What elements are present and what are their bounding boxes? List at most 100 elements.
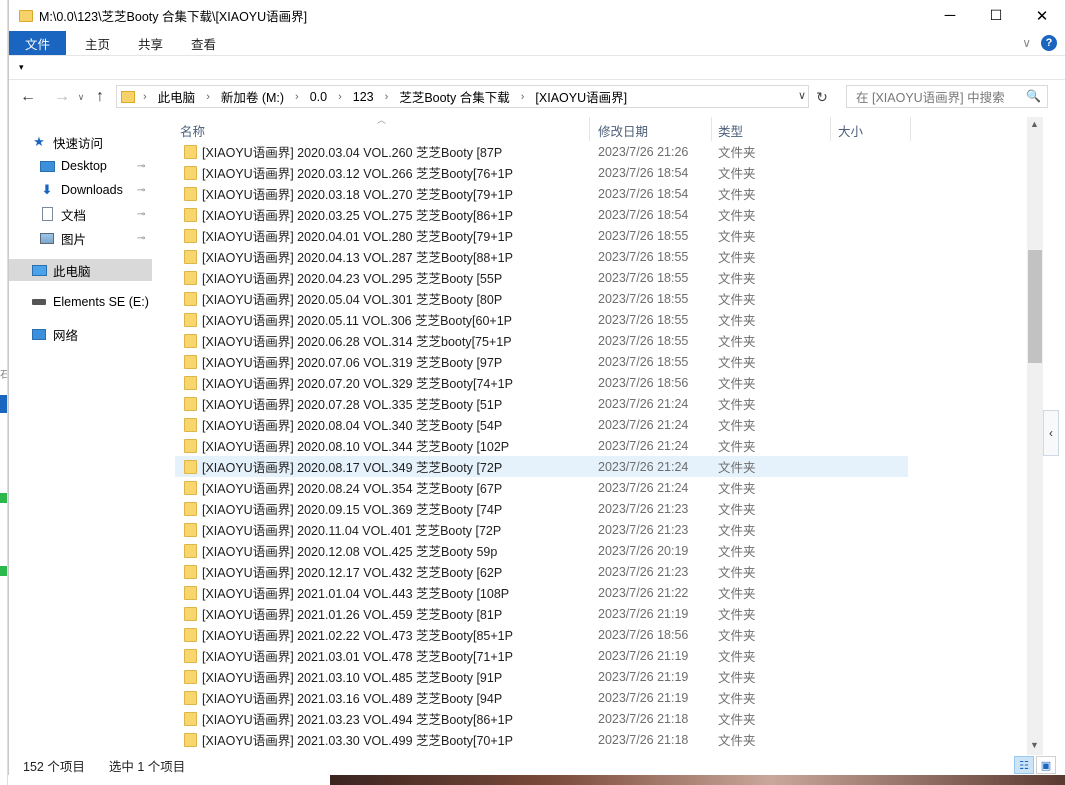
title-bar[interactable]: M:\0.0\123\芝芝Booty 合集下载\[XIAOYU语画界] ─ ☐ … (9, 0, 1065, 31)
breadcrumb-current-folder[interactable]: [XIAOYU语画界] (535, 87, 627, 106)
expand-ribbon-icon[interactable]: ∨ (1022, 36, 1031, 50)
column-divider[interactable] (830, 117, 831, 141)
scroll-up-icon[interactable]: ▲ (1030, 119, 1039, 129)
table-row[interactable]: [XIAOYU语画界] 2020.07.28 VOL.335 芝芝Booty [… (175, 393, 908, 414)
column-divider[interactable] (910, 117, 911, 141)
table-row[interactable]: [XIAOYU语画界] 2021.01.26 VOL.459 芝芝Booty [… (175, 603, 908, 624)
breadcrumb-separator[interactable]: › (385, 91, 389, 103)
pin-icon: ⊸ (137, 160, 146, 172)
file-date: 2023/7/26 21:23 (598, 564, 689, 579)
breadcrumb-separator[interactable]: › (295, 91, 299, 103)
vertical-scrollbar[interactable]: ▲ ▼ (1027, 117, 1043, 755)
column-divider[interactable] (589, 117, 590, 141)
search-box[interactable]: 在 [XIAOYU语画界] 中搜索 🔍 (846, 85, 1048, 108)
ribbon-tabs: 文件 主页 共享 查看 ∨ ? (9, 31, 1065, 56)
column-type[interactable]: 类型 (718, 121, 743, 140)
table-row[interactable]: [XIAOYU语画界] 2020.06.28 VOL.314 芝芝booty[7… (175, 330, 908, 351)
scroll-down-icon[interactable]: ▼ (1030, 740, 1039, 750)
breadcrumb-drive[interactable]: 新加卷 (M:) (221, 87, 284, 106)
column-name[interactable]: 名称 (180, 121, 205, 140)
navigation-pane: ★ 快速访问 Desktop ⊸ ⬇ Downloads ⊸ 文档 ⊸ 图片 ⊸… (9, 117, 154, 755)
nav-quick-access[interactable]: ★ 快速访问 (31, 131, 103, 153)
file-date: 2023/7/26 21:24 (598, 459, 689, 474)
search-icon[interactable]: 🔍 (1026, 89, 1041, 103)
details-view-button[interactable]: ☷ (1014, 756, 1034, 774)
large-icons-view-button[interactable]: ▣ (1036, 756, 1056, 774)
background-window-strip: 石 (0, 0, 8, 785)
preview-pane-toggle[interactable]: ‹ (1043, 410, 1059, 456)
table-row[interactable]: [XIAOYU语画界] 2020.05.11 VOL.306 芝芝Booty[6… (175, 309, 908, 330)
tab-share[interactable]: 共享 (125, 31, 176, 55)
table-row[interactable]: [XIAOYU语画界] 2020.03.18 VOL.270 芝芝Booty[7… (175, 183, 908, 204)
customize-toolbar-icon[interactable]: ▾ (19, 62, 24, 73)
window-title: M:\0.0\123\芝芝Booty 合集下载\[XIAOYU语画界] (39, 10, 308, 24)
column-size[interactable]: 大小 (838, 121, 863, 140)
tab-home[interactable]: 主页 (72, 31, 123, 55)
folder-icon (184, 523, 197, 537)
breadcrumb-folder-0-0[interactable]: 0.0 (310, 90, 327, 104)
table-row[interactable]: [XIAOYU语画界] 2020.03.25 VOL.275 芝芝Booty[8… (175, 204, 908, 225)
help-icon[interactable]: ? (1041, 35, 1057, 51)
table-row[interactable]: [XIAOYU语画界] 2020.07.06 VOL.319 芝芝Booty [… (175, 351, 908, 372)
nav-pictures[interactable]: 图片 ⊸ (39, 227, 154, 249)
table-row[interactable]: [XIAOYU语画界] 2020.08.24 VOL.354 芝芝Booty [… (175, 477, 908, 498)
table-row[interactable]: [XIAOYU语画界] 2020.12.17 VOL.432 芝芝Booty [… (175, 561, 908, 582)
maximize-button[interactable]: ☐ (973, 0, 1019, 31)
file-type: 文件夹 (718, 545, 756, 559)
table-row[interactable]: [XIAOYU语画界] 2020.04.01 VOL.280 芝芝Booty[7… (175, 225, 908, 246)
nav-elements-drive[interactable]: Elements SE (E:) (31, 291, 149, 313)
table-row[interactable]: [XIAOYU语画界] 2021.03.30 VOL.499 芝芝Booty[7… (175, 729, 908, 750)
up-button[interactable]: ↑ (87, 84, 113, 110)
file-name: [XIAOYU语画界] 2020.12.17 VOL.432 芝芝Booty [… (202, 566, 503, 580)
breadcrumb-separator[interactable]: › (206, 91, 210, 103)
nav-network[interactable]: 网络 (31, 323, 78, 345)
nav-documents[interactable]: 文档 ⊸ (39, 203, 154, 225)
breadcrumb-separator[interactable]: › (338, 91, 342, 103)
breadcrumb-folder-collection[interactable]: 芝芝Booty 合集下载 (399, 87, 509, 106)
address-bar[interactable]: › 此电脑 › 新加卷 (M:) › 0.0 › 123 › 芝芝Booty 合… (116, 85, 809, 108)
table-row[interactable]: [XIAOYU语画界] 2021.01.04 VOL.443 芝芝Booty [… (175, 582, 908, 603)
file-type: 文件夹 (718, 209, 756, 223)
file-type: 文件夹 (718, 314, 756, 328)
column-divider[interactable] (711, 117, 712, 141)
table-row[interactable]: [XIAOYU语画界] 2020.09.15 VOL.369 芝芝Booty [… (175, 498, 908, 519)
back-button[interactable]: ← (15, 84, 41, 110)
breadcrumb-this-pc[interactable]: 此电脑 (158, 87, 196, 106)
folder-icon (19, 9, 33, 22)
table-row[interactable]: [XIAOYU语画界] 2020.04.13 VOL.287 芝芝Booty[8… (175, 246, 908, 267)
nav-this-pc[interactable]: 此电脑 (9, 259, 152, 281)
breadcrumb-separator[interactable]: › (521, 91, 525, 103)
table-row[interactable]: [XIAOYU语画界] 2020.04.23 VOL.295 芝芝Booty [… (175, 267, 908, 288)
close-button[interactable]: ✕ (1019, 0, 1065, 31)
breadcrumb-separator[interactable]: › (143, 91, 147, 103)
breadcrumb-folder-123[interactable]: 123 (353, 90, 374, 104)
table-row[interactable]: [XIAOYU语画界] 2020.03.12 VOL.266 芝芝Booty[7… (175, 162, 908, 183)
tab-file[interactable]: 文件 (9, 31, 67, 55)
tab-view[interactable]: 查看 (178, 31, 229, 55)
table-row[interactable]: [XIAOYU语画界] 2020.11.04 VOL.401 芝芝Booty [… (175, 519, 908, 540)
table-row[interactable]: [XIAOYU语画界] 2021.02.22 VOL.473 芝芝Booty[8… (175, 624, 908, 645)
table-row[interactable]: [XIAOYU语画界] 2021.03.10 VOL.485 芝芝Booty [… (175, 666, 908, 687)
nav-downloads[interactable]: ⬇ Downloads ⊸ (39, 179, 154, 201)
file-name: [XIAOYU语画界] 2020.08.10 VOL.344 芝芝Booty [… (202, 440, 510, 454)
address-dropdown-icon[interactable]: ∨ (798, 89, 806, 102)
table-row[interactable]: [XIAOYU语画界] 2020.03.04 VOL.260 芝芝Booty [… (175, 141, 908, 162)
file-type: 文件夹 (718, 230, 756, 244)
column-date[interactable]: 修改日期 (598, 121, 648, 140)
nav-desktop[interactable]: Desktop ⊸ (39, 155, 154, 177)
table-row[interactable]: [XIAOYU语画界] 2020.08.17 VOL.349 芝芝Booty [… (175, 456, 908, 477)
forward-button[interactable]: → (49, 84, 75, 110)
table-row[interactable]: [XIAOYU语画界] 2020.08.10 VOL.344 芝芝Booty [… (175, 435, 908, 456)
refresh-icon[interactable]: ↻ (812, 87, 832, 107)
scrollbar-thumb[interactable] (1028, 250, 1042, 363)
table-row[interactable]: [XIAOYU语画界] 2020.12.08 VOL.425 芝芝Booty 5… (175, 540, 908, 561)
table-row[interactable]: [XIAOYU语画界] 2020.08.04 VOL.340 芝芝Booty [… (175, 414, 908, 435)
minimize-button[interactable]: ─ (927, 0, 973, 31)
table-row[interactable]: [XIAOYU语画界] 2020.07.20 VOL.329 芝芝Booty[7… (175, 372, 908, 393)
table-row[interactable]: [XIAOYU语画界] 2021.03.01 VOL.478 芝芝Booty[7… (175, 645, 908, 666)
table-row[interactable]: [XIAOYU语画界] 2021.03.16 VOL.489 芝芝Booty [… (175, 687, 908, 708)
table-row[interactable]: [XIAOYU语画界] 2021.03.23 VOL.494 芝芝Booty[8… (175, 708, 908, 729)
file-date: 2023/7/26 18:55 (598, 291, 689, 306)
table-row[interactable]: [XIAOYU语画界] 2020.05.04 VOL.301 芝芝Booty [… (175, 288, 908, 309)
recent-locations-button[interactable]: ∨ (75, 84, 87, 110)
